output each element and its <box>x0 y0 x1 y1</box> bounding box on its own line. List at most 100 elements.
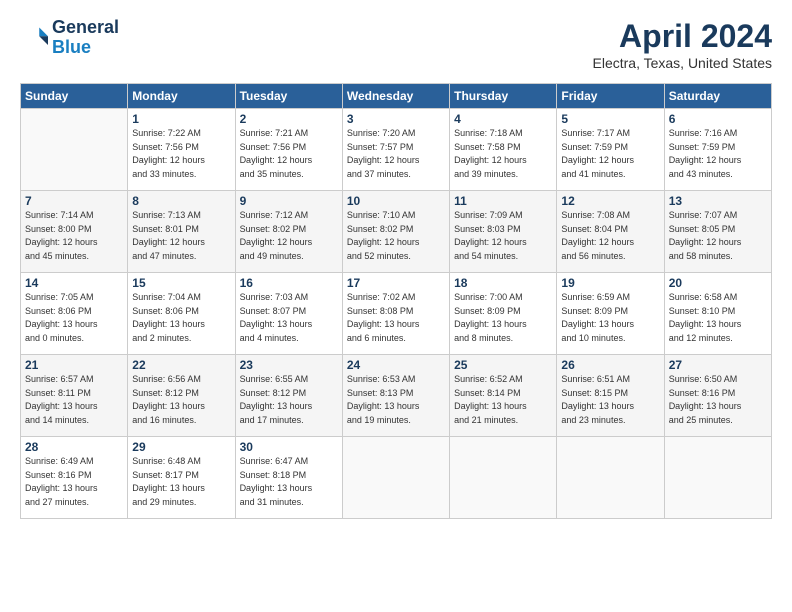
day-number: 6 <box>669 112 767 126</box>
weekday-header: Tuesday <box>235 84 342 109</box>
day-info: Sunrise: 6:58 AM Sunset: 8:10 PM Dayligh… <box>669 291 767 345</box>
day-info: Sunrise: 6:52 AM Sunset: 8:14 PM Dayligh… <box>454 373 552 427</box>
day-info: Sunrise: 6:57 AM Sunset: 8:11 PM Dayligh… <box>25 373 123 427</box>
day-number: 10 <box>347 194 445 208</box>
logo-line2: Blue <box>52 37 91 57</box>
day-info: Sunrise: 6:59 AM Sunset: 8:09 PM Dayligh… <box>561 291 659 345</box>
calendar-day-cell: 19Sunrise: 6:59 AM Sunset: 8:09 PM Dayli… <box>557 273 664 355</box>
day-number: 23 <box>240 358 338 372</box>
subtitle: Electra, Texas, United States <box>593 55 773 71</box>
calendar-body: 1Sunrise: 7:22 AM Sunset: 7:56 PM Daylig… <box>21 109 772 519</box>
header: General Blue April 2024 Electra, Texas, … <box>20 18 772 71</box>
day-info: Sunrise: 7:09 AM Sunset: 8:03 PM Dayligh… <box>454 209 552 263</box>
day-info: Sunrise: 7:08 AM Sunset: 8:04 PM Dayligh… <box>561 209 659 263</box>
day-number: 17 <box>347 276 445 290</box>
day-number: 2 <box>240 112 338 126</box>
calendar-day-cell <box>21 109 128 191</box>
day-info: Sunrise: 7:07 AM Sunset: 8:05 PM Dayligh… <box>669 209 767 263</box>
day-number: 9 <box>240 194 338 208</box>
day-info: Sunrise: 7:12 AM Sunset: 8:02 PM Dayligh… <box>240 209 338 263</box>
calendar-day-cell: 30Sunrise: 6:47 AM Sunset: 8:18 PM Dayli… <box>235 437 342 519</box>
day-number: 24 <box>347 358 445 372</box>
calendar-day-cell: 15Sunrise: 7:04 AM Sunset: 8:06 PM Dayli… <box>128 273 235 355</box>
calendar-day-cell: 18Sunrise: 7:00 AM Sunset: 8:09 PM Dayli… <box>450 273 557 355</box>
calendar-day-cell: 9Sunrise: 7:12 AM Sunset: 8:02 PM Daylig… <box>235 191 342 273</box>
calendar-day-cell: 7Sunrise: 7:14 AM Sunset: 8:00 PM Daylig… <box>21 191 128 273</box>
calendar-day-cell: 2Sunrise: 7:21 AM Sunset: 7:56 PM Daylig… <box>235 109 342 191</box>
day-info: Sunrise: 6:53 AM Sunset: 8:13 PM Dayligh… <box>347 373 445 427</box>
day-number: 4 <box>454 112 552 126</box>
calendar-day-cell <box>342 437 449 519</box>
calendar-day-cell: 23Sunrise: 6:55 AM Sunset: 8:12 PM Dayli… <box>235 355 342 437</box>
weekday-header: Wednesday <box>342 84 449 109</box>
day-info: Sunrise: 6:55 AM Sunset: 8:12 PM Dayligh… <box>240 373 338 427</box>
calendar-week-row: 1Sunrise: 7:22 AM Sunset: 7:56 PM Daylig… <box>21 109 772 191</box>
day-info: Sunrise: 6:56 AM Sunset: 8:12 PM Dayligh… <box>132 373 230 427</box>
day-number: 18 <box>454 276 552 290</box>
weekday-header: Saturday <box>664 84 771 109</box>
logo-line1: General <box>52 17 119 37</box>
day-number: 26 <box>561 358 659 372</box>
calendar-day-cell: 10Sunrise: 7:10 AM Sunset: 8:02 PM Dayli… <box>342 191 449 273</box>
day-number: 30 <box>240 440 338 454</box>
calendar-day-cell: 4Sunrise: 7:18 AM Sunset: 7:58 PM Daylig… <box>450 109 557 191</box>
day-info: Sunrise: 7:10 AM Sunset: 8:02 PM Dayligh… <box>347 209 445 263</box>
calendar-week-row: 28Sunrise: 6:49 AM Sunset: 8:16 PM Dayli… <box>21 437 772 519</box>
page-container: General Blue April 2024 Electra, Texas, … <box>0 0 792 529</box>
day-number: 29 <box>132 440 230 454</box>
calendar-day-cell: 28Sunrise: 6:49 AM Sunset: 8:16 PM Dayli… <box>21 437 128 519</box>
calendar-day-cell: 8Sunrise: 7:13 AM Sunset: 8:01 PM Daylig… <box>128 191 235 273</box>
day-number: 22 <box>132 358 230 372</box>
calendar-day-cell: 17Sunrise: 7:02 AM Sunset: 8:08 PM Dayli… <box>342 273 449 355</box>
calendar-day-cell: 26Sunrise: 6:51 AM Sunset: 8:15 PM Dayli… <box>557 355 664 437</box>
day-number: 28 <box>25 440 123 454</box>
day-info: Sunrise: 7:02 AM Sunset: 8:08 PM Dayligh… <box>347 291 445 345</box>
day-info: Sunrise: 6:50 AM Sunset: 8:16 PM Dayligh… <box>669 373 767 427</box>
calendar-day-cell: 21Sunrise: 6:57 AM Sunset: 8:11 PM Dayli… <box>21 355 128 437</box>
day-info: Sunrise: 6:48 AM Sunset: 8:17 PM Dayligh… <box>132 455 230 509</box>
day-info: Sunrise: 7:00 AM Sunset: 8:09 PM Dayligh… <box>454 291 552 345</box>
day-number: 19 <box>561 276 659 290</box>
calendar-day-cell: 25Sunrise: 6:52 AM Sunset: 8:14 PM Dayli… <box>450 355 557 437</box>
calendar-header-row: SundayMondayTuesdayWednesdayThursdayFrid… <box>21 84 772 109</box>
day-info: Sunrise: 7:05 AM Sunset: 8:06 PM Dayligh… <box>25 291 123 345</box>
calendar-day-cell: 29Sunrise: 6:48 AM Sunset: 8:17 PM Dayli… <box>128 437 235 519</box>
calendar-day-cell: 24Sunrise: 6:53 AM Sunset: 8:13 PM Dayli… <box>342 355 449 437</box>
day-info: Sunrise: 6:51 AM Sunset: 8:15 PM Dayligh… <box>561 373 659 427</box>
day-info: Sunrise: 7:14 AM Sunset: 8:00 PM Dayligh… <box>25 209 123 263</box>
day-info: Sunrise: 7:18 AM Sunset: 7:58 PM Dayligh… <box>454 127 552 181</box>
day-number: 7 <box>25 194 123 208</box>
day-number: 14 <box>25 276 123 290</box>
weekday-header: Thursday <box>450 84 557 109</box>
calendar-day-cell: 13Sunrise: 7:07 AM Sunset: 8:05 PM Dayli… <box>664 191 771 273</box>
day-number: 21 <box>25 358 123 372</box>
calendar-day-cell: 22Sunrise: 6:56 AM Sunset: 8:12 PM Dayli… <box>128 355 235 437</box>
day-number: 1 <box>132 112 230 126</box>
calendar-week-row: 21Sunrise: 6:57 AM Sunset: 8:11 PM Dayli… <box>21 355 772 437</box>
logo-text: General Blue <box>52 18 119 58</box>
day-number: 12 <box>561 194 659 208</box>
calendar-day-cell: 27Sunrise: 6:50 AM Sunset: 8:16 PM Dayli… <box>664 355 771 437</box>
day-number: 13 <box>669 194 767 208</box>
day-info: Sunrise: 7:03 AM Sunset: 8:07 PM Dayligh… <box>240 291 338 345</box>
logo-icon <box>20 24 48 52</box>
weekday-header: Monday <box>128 84 235 109</box>
calendar-day-cell: 14Sunrise: 7:05 AM Sunset: 8:06 PM Dayli… <box>21 273 128 355</box>
day-info: Sunrise: 7:04 AM Sunset: 8:06 PM Dayligh… <box>132 291 230 345</box>
day-number: 11 <box>454 194 552 208</box>
calendar-day-cell: 5Sunrise: 7:17 AM Sunset: 7:59 PM Daylig… <box>557 109 664 191</box>
day-info: Sunrise: 7:22 AM Sunset: 7:56 PM Dayligh… <box>132 127 230 181</box>
day-number: 25 <box>454 358 552 372</box>
logo: General Blue <box>20 18 119 58</box>
day-info: Sunrise: 6:47 AM Sunset: 8:18 PM Dayligh… <box>240 455 338 509</box>
title-block: April 2024 Electra, Texas, United States <box>593 18 773 71</box>
day-number: 20 <box>669 276 767 290</box>
calendar-day-cell: 11Sunrise: 7:09 AM Sunset: 8:03 PM Dayli… <box>450 191 557 273</box>
calendar-day-cell: 16Sunrise: 7:03 AM Sunset: 8:07 PM Dayli… <box>235 273 342 355</box>
day-number: 15 <box>132 276 230 290</box>
calendar-day-cell <box>664 437 771 519</box>
weekday-header: Sunday <box>21 84 128 109</box>
weekday-header: Friday <box>557 84 664 109</box>
calendar-day-cell: 12Sunrise: 7:08 AM Sunset: 8:04 PM Dayli… <box>557 191 664 273</box>
day-number: 3 <box>347 112 445 126</box>
